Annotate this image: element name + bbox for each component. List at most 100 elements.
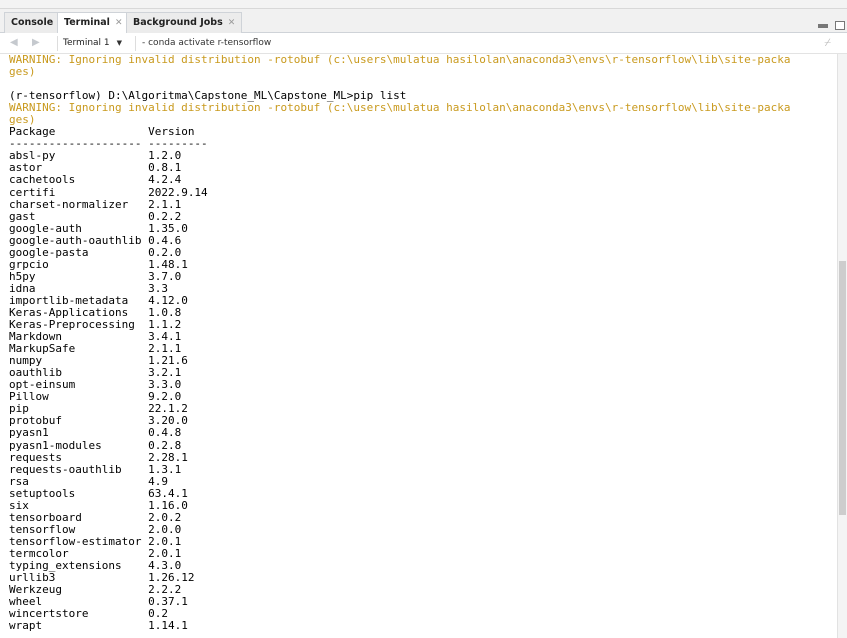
package-row: Keras-Applications 1.0.8 (9, 306, 181, 319)
package-name: astor (9, 161, 43, 175)
tab-terminal[interactable]: Terminal ✕ (57, 12, 130, 34)
package-version: 2.0.0 (148, 522, 182, 536)
package-row: cachetools 4.2.4 (9, 173, 181, 186)
package-version: 2.28.1 (148, 450, 188, 464)
package-row: google-pasta 0.2.0 (9, 246, 181, 259)
arrow-right-icon[interactable]: ▶ (32, 37, 40, 48)
terminal-selector-dropdown[interactable]: Terminal 1 ▼ (57, 36, 127, 51)
package-version: 3.3.0 (148, 378, 182, 392)
package-version: 0.4.6 (148, 233, 182, 247)
package-version: 1.48.1 (148, 257, 188, 271)
package-row: typing_extensions 4.3.0 (9, 559, 181, 572)
pane-window-controls (816, 15, 845, 30)
package-version: 1.35.0 (148, 221, 188, 235)
package-row: Werkzeug 2.2.2 (9, 583, 181, 596)
package-name: wheel (9, 595, 43, 609)
package-row: h5py 3.7.0 (9, 270, 181, 283)
package-row: certifi 2022.9.14 (9, 186, 208, 199)
package-name: absl-py (9, 149, 56, 163)
close-icon[interactable]: ✕ (115, 18, 123, 28)
package-name: oauthlib (9, 366, 62, 380)
package-name: rsa (9, 474, 29, 488)
package-version: 9.2.0 (148, 390, 182, 404)
package-name: Keras-Preprocessing (9, 318, 135, 332)
maximize-icon[interactable] (835, 21, 845, 30)
package-row: requests-oauthlib 1.3.1 (9, 463, 181, 476)
tab-background-jobs[interactable]: Background Jobs ✕ (126, 12, 243, 33)
package-name: pip (9, 402, 29, 416)
package-version: 1.16.0 (148, 498, 188, 512)
package-name: termcolor (9, 546, 69, 560)
package-row: google-auth 1.35.0 (9, 222, 188, 235)
warning-line: ges) (9, 65, 36, 79)
package-row: google-auth-oauthlib 0.4.6 (9, 234, 181, 247)
package-row: numpy 1.21.6 (9, 354, 188, 367)
package-name: tensorflow (9, 522, 76, 536)
terminal-title: - conda activate r-tensorflow (135, 36, 271, 51)
package-version: 3.4.1 (148, 330, 182, 344)
package-version: 0.37.1 (148, 595, 188, 609)
package-row: importlib-metadata 4.12.0 (9, 294, 188, 307)
package-row: setuptools 63.4.1 (9, 487, 188, 500)
package-name: gast (9, 209, 36, 223)
package-row: tensorflow-estimator 2.0.1 (9, 535, 181, 548)
package-name: google-pasta (9, 245, 89, 259)
package-name: pyasn1 (9, 426, 49, 440)
package-name: wrapt (9, 619, 43, 633)
package-row: absl-py 1.2.0 (9, 149, 181, 162)
package-row: MarkupSafe 2.1.1 (9, 342, 181, 355)
package-version: 3.7.0 (148, 269, 182, 283)
header-separator: -------------------- --------- (9, 137, 208, 151)
package-name: requests-oauthlib (9, 462, 122, 476)
package-version: 0.2.8 (148, 438, 182, 452)
package-version: 0.2 (148, 607, 168, 621)
terminal-scrollbar[interactable] (837, 54, 847, 638)
package-version: 2.2.2 (148, 583, 182, 597)
broom-icon[interactable]: ⌿ (824, 36, 831, 50)
package-row: six 1.16.0 (9, 499, 188, 512)
package-name: Markdown (9, 330, 62, 344)
package-table-header: Package Version (9, 125, 194, 138)
package-name: wincertstore (9, 607, 89, 621)
header-version: Version (148, 125, 195, 139)
terminal-toolbar: ◀ ▶ Terminal 1 ▼ - conda activate r-tenso… (0, 33, 847, 54)
package-name: urllib3 (9, 571, 56, 585)
package-name: typing_extensions (9, 558, 122, 572)
minimize-icon[interactable] (817, 23, 828, 28)
package-row: pyasn1-modules 0.2.8 (9, 439, 181, 452)
package-row: termcolor 2.0.1 (9, 547, 181, 560)
terminal-output-area[interactable]: WARNING: Ignoring invalid distribution -… (0, 54, 837, 638)
package-name: pyasn1-modules (9, 438, 102, 452)
package-version: 0.4.8 (148, 426, 182, 440)
scrollbar-thumb[interactable] (839, 261, 846, 515)
package-version: 1.1.2 (148, 318, 182, 332)
package-name: numpy (9, 354, 43, 368)
package-row: gast 0.2.2 (9, 210, 181, 223)
package-version: 4.3.0 (148, 558, 182, 572)
tab-terminal-label: Terminal (64, 17, 110, 28)
package-row: wrapt 1.14.1 (9, 619, 188, 632)
package-name: google-auth-oauthlib (9, 233, 142, 247)
package-row: requests 2.28.1 (9, 451, 188, 464)
package-name: tensorflow-estimator (9, 534, 142, 548)
package-version: 2.0.1 (148, 546, 182, 560)
package-version: 1.0.8 (148, 305, 182, 319)
package-name: requests (9, 450, 62, 464)
package-name: opt-einsum (9, 378, 76, 392)
header-package: Package (9, 125, 56, 139)
pane-tab-bar: Console Terminal ✕ Background Jobs ✕ (0, 9, 847, 34)
tab-console[interactable]: Console (4, 12, 61, 33)
prompt-command: (r-tensorflow) D:\Algoritma\Capstone_ML\… (9, 89, 407, 103)
chevron-down-icon: ▼ (116, 39, 123, 47)
package-version: 1.3.1 (148, 462, 182, 476)
package-name: Pillow (9, 390, 49, 404)
package-row: pip 22.1.2 (9, 402, 188, 415)
package-version: 0.2.0 (148, 245, 182, 259)
close-icon[interactable]: ✕ (228, 18, 236, 28)
package-name: Werkzeug (9, 583, 62, 597)
package-list: absl-py 1.2.0 astor 0.8.1 cachetools 4.2… (9, 149, 208, 632)
package-version: 2.0.1 (148, 534, 182, 548)
arrow-left-icon[interactable]: ◀ (10, 37, 18, 48)
warning-line: WARNING: Ignoring invalid distribution -… (9, 101, 791, 115)
package-name: h5py (9, 269, 36, 283)
